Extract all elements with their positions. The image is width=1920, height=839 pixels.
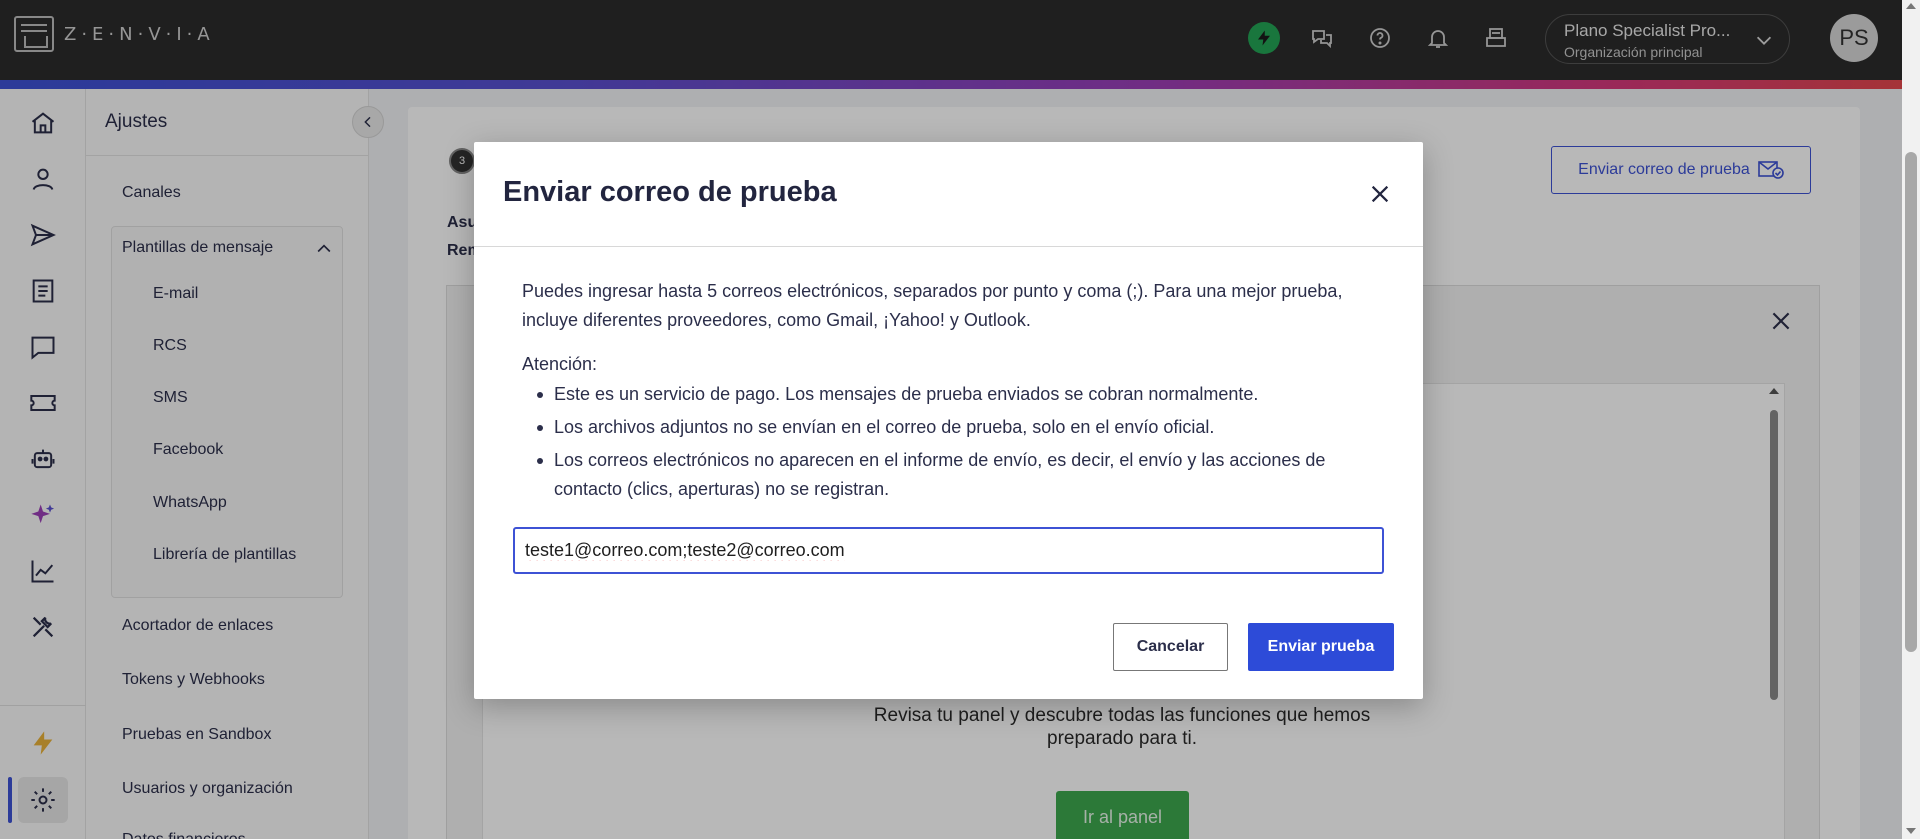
modal-description: Puedes ingresar hasta 5 correos electrón… <box>522 281 1343 330</box>
list-item: Los correos electrónicos no aparecen en … <box>532 446 1372 504</box>
list-item: Este es un servicio de pago. Los mensaje… <box>532 380 1372 409</box>
email-recipients-input[interactable] <box>513 527 1384 574</box>
send-test-modal: Enviar correo de prueba Puedes ingresar … <box>474 142 1423 699</box>
scroll-up-arrow-icon[interactable] <box>1906 3 1916 9</box>
cancel-button[interactable]: Cancelar <box>1113 623 1228 671</box>
list-item: Los archivos adjuntos no se envían en el… <box>532 413 1372 442</box>
scroll-down-arrow-icon[interactable] <box>1906 828 1916 834</box>
attention-list: Este es un servicio de pago. Los mensaje… <box>532 380 1372 508</box>
modal-title: Enviar correo de prueba <box>503 176 837 208</box>
page-scrollbar-thumb[interactable] <box>1905 152 1917 652</box>
send-test-button[interactable]: Enviar prueba <box>1248 623 1394 671</box>
attention-label: Atención: <box>522 354 598 374</box>
close-icon <box>1371 185 1389 203</box>
modal-close-button[interactable] <box>1366 180 1394 208</box>
modal-divider <box>474 246 1423 247</box>
